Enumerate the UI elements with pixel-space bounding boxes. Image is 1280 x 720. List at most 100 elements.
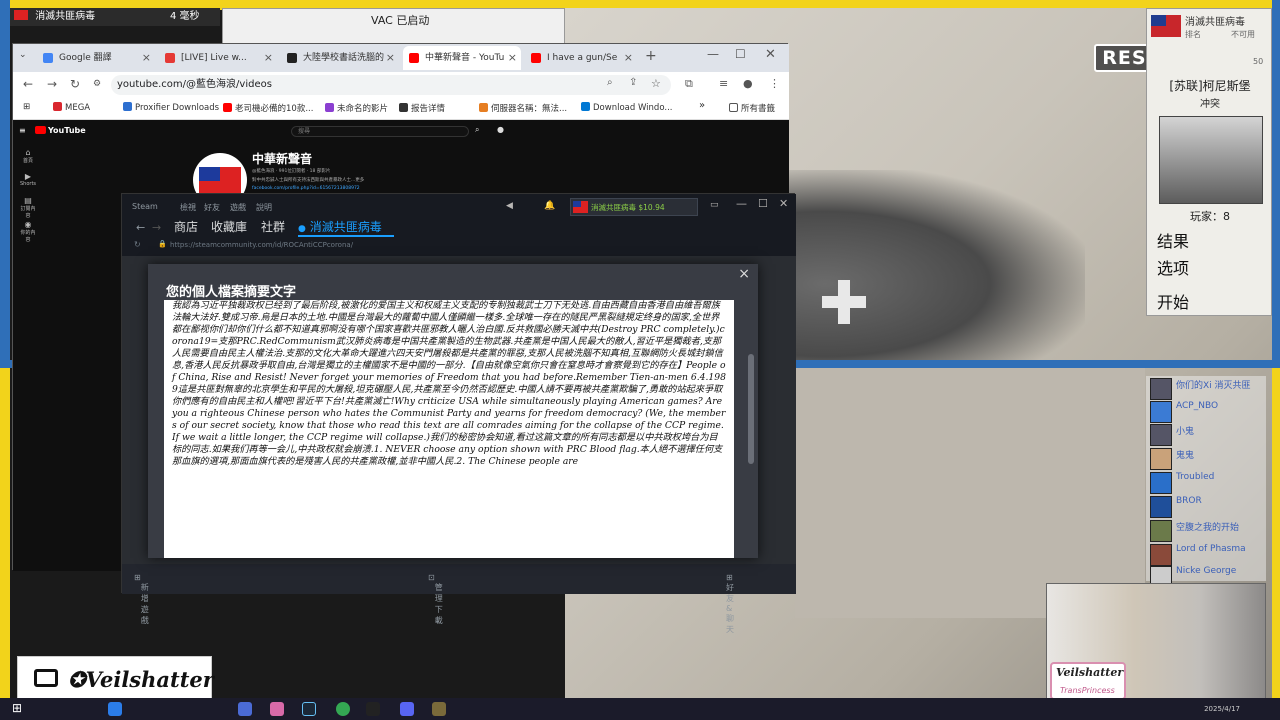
steam-taskbar-icon[interactable] (302, 702, 316, 716)
friend-item[interactable]: Lord of Phasma (1150, 544, 1262, 566)
reading-list-icon[interactable]: ≡ (719, 77, 728, 90)
zoom-icon[interactable]: ⌕ (607, 77, 613, 88)
bookmark-proxifier[interactable]: Proxifier Downloads (123, 102, 219, 113)
extensions-icon[interactable]: ⧉ (685, 77, 693, 91)
friend-item[interactable]: BROR (1150, 496, 1262, 518)
steam-nav-community[interactable]: 社群 (261, 218, 285, 235)
downloads-button[interactable]: ⊡ 管理下載 (428, 573, 443, 625)
back-button[interactable]: ← (23, 77, 33, 91)
bookmark-star-icon[interactable]: ☆ (651, 77, 661, 90)
steam-forward-button[interactable]: → (152, 221, 161, 234)
side-you[interactable]: ◉ 你的內容 (19, 220, 37, 243)
tab-live[interactable]: [LIVE] Live w... × (159, 46, 277, 70)
profile-icon[interactable]: ● (743, 77, 753, 90)
tab-google-translate[interactable]: Google 翻譯 × (37, 46, 155, 70)
close-icon[interactable]: × (508, 46, 517, 70)
friend-item[interactable]: 你们的Xi 消灭共匪 (1150, 378, 1262, 400)
steam-nav-store[interactable]: 商店 (174, 218, 198, 235)
big-picture-icon[interactable]: ▭ (710, 200, 719, 210)
apps-icon[interactable]: ⊞ (23, 102, 30, 112)
channel-link[interactable]: facebook.com/profile.php?id=615672138089… (252, 186, 360, 191)
close-icon[interactable]: × (386, 46, 395, 70)
taskbar-app-icon[interactable] (270, 702, 284, 716)
tab-youtube-active[interactable]: 中華新聲音 - YouTu × (403, 46, 521, 70)
new-tab-button[interactable]: + (645, 48, 657, 64)
side-subscriptions[interactable]: ▤ 訂閱內容 (19, 196, 37, 219)
summary-textarea[interactable]: 我認為习近平独裁政权已经到了最后阶段,被激化的爱国主义和权威主义支配的专制独裁武… (164, 300, 734, 558)
install-icon[interactable]: ⇪ (629, 77, 637, 88)
close-icon[interactable]: × (624, 46, 633, 70)
clock[interactable]: 2025/4/17 (1204, 705, 1240, 713)
taskbar-app-icon[interactable] (238, 702, 252, 716)
tab-search-button[interactable]: ⌄ (19, 50, 31, 62)
steam-close-button[interactable]: ✕ (779, 197, 788, 210)
menu-icon[interactable]: ⋮ (769, 77, 780, 90)
steam-menu-help[interactable]: 說明 (256, 202, 272, 213)
game-taskbar-icon[interactable] (432, 702, 446, 716)
steam-account-box[interactable]: 消滅共匪病毒 $10.94 (570, 198, 698, 216)
steam-menu-friends[interactable]: 好友 (204, 202, 220, 213)
bookmark-mega[interactable]: MEGA (53, 102, 90, 113)
bookmark-windows[interactable]: Download Windo... (581, 102, 672, 113)
menu-start[interactable]: 开始 (1157, 289, 1189, 313)
close-icon[interactable]: × (142, 46, 151, 70)
notification-bell-icon[interactable]: 🔔 (544, 201, 555, 211)
discord-taskbar-icon[interactable] (400, 702, 414, 716)
broadcast-icon[interactable]: ◀ (506, 201, 513, 211)
bookmark-untitled-video[interactable]: 未命名的影片 (325, 102, 388, 114)
mic-icon[interactable]: ● (497, 125, 504, 134)
windows-taskbar: ⊞ 2025/4/17 (0, 698, 1280, 720)
menu-options[interactable]: 选项 (1157, 255, 1189, 279)
youtube-logo[interactable]: YouTube (35, 126, 86, 135)
channel-meta: @藍色海浪 · 991位訂閱者 · 18 部影片 (252, 169, 331, 174)
side-shorts[interactable]: ▶ Shorts (19, 172, 37, 187)
friend-item[interactable]: 空腹之我的开始 (1150, 520, 1262, 542)
search-icon[interactable]: ⌕ (475, 125, 479, 135)
minimize-button[interactable]: — (707, 47, 719, 61)
hamburger-menu-icon[interactable]: ≡ (19, 126, 26, 135)
steam-reload-icon[interactable]: ↻ (134, 240, 141, 249)
friend-item[interactable]: Troubled (1150, 472, 1262, 494)
add-game-button[interactable]: ⊞ 新增遊戲 (134, 573, 149, 625)
channel-description[interactable]: 對中共忠誠人士與所有支持法西斯與共產暴政人士...更多 (252, 177, 364, 183)
address-input[interactable]: youtube.com/@藍色海浪/videos (111, 75, 671, 95)
chrome-taskbar-icon[interactable] (336, 702, 350, 716)
taskbar-app-icon[interactable] (108, 702, 122, 716)
friend-name: 空腹之我的开始 (1176, 523, 1240, 533)
close-window-button[interactable]: ✕ (765, 47, 776, 62)
bookmark-server[interactable]: 伺服器名稱：無法... (479, 102, 567, 114)
steam-minimize-button[interactable]: — (736, 197, 747, 210)
iron-cross-icon (822, 280, 866, 324)
dialog-scrollbar[interactable] (748, 354, 754, 464)
maximize-button[interactable]: ☐ (735, 47, 746, 61)
friends-chat-button[interactable]: 好友 & 聊天 ⊞ (726, 573, 734, 634)
site-info-icon[interactable]: ⚙ (93, 79, 101, 89)
steam-maximize-button[interactable]: ☐ (758, 197, 768, 210)
steam-menu-steam[interactable]: Steam (132, 202, 158, 211)
video-icon (325, 103, 334, 112)
menu-results[interactable]: 结果 (1157, 228, 1189, 252)
steam-url[interactable]: https://steamcommunity.com/id/ROCAntiCCP… (170, 241, 353, 249)
tab-article[interactable]: 大陸學校書話洗腦的 × (281, 46, 399, 70)
bookmarks-folder[interactable]: 所有書籤 (729, 102, 775, 114)
taskbar-app-icon[interactable] (366, 702, 380, 716)
start-icon[interactable]: ⊞ (12, 701, 22, 715)
reload-button[interactable]: ↻ (70, 77, 80, 91)
bookmark-youtube[interactable]: 老司機必備的10款... (223, 102, 313, 114)
steam-menu-view[interactable]: 檢視 (180, 202, 196, 213)
steam-nav-library[interactable]: 收藏庫 (211, 218, 247, 235)
side-home[interactable]: ⌂ 首頁 (19, 148, 37, 164)
friend-item[interactable]: 鬼鬼 (1150, 448, 1262, 470)
steam-back-button[interactable]: ← (136, 221, 145, 234)
dialog-close-button[interactable]: × (738, 266, 750, 282)
steam-menu-games[interactable]: 遊戲 (230, 202, 246, 213)
close-icon[interactable]: × (264, 46, 273, 70)
bookmark-report[interactable]: 报告详情 (399, 102, 445, 114)
friend-item[interactable]: 小鬼 (1150, 424, 1262, 446)
tab-youtube-gun[interactable]: I have a gun/Se × (525, 46, 637, 70)
steam-nav-profile[interactable]: ● 消滅共匪病毒 (298, 218, 382, 235)
friend-item[interactable]: ACP_NBO (1150, 401, 1262, 423)
youtube-search-input[interactable]: 搜尋 (291, 126, 469, 137)
more-bookmarks-button[interactable]: » (699, 100, 705, 111)
forward-button[interactable]: → (47, 77, 57, 91)
